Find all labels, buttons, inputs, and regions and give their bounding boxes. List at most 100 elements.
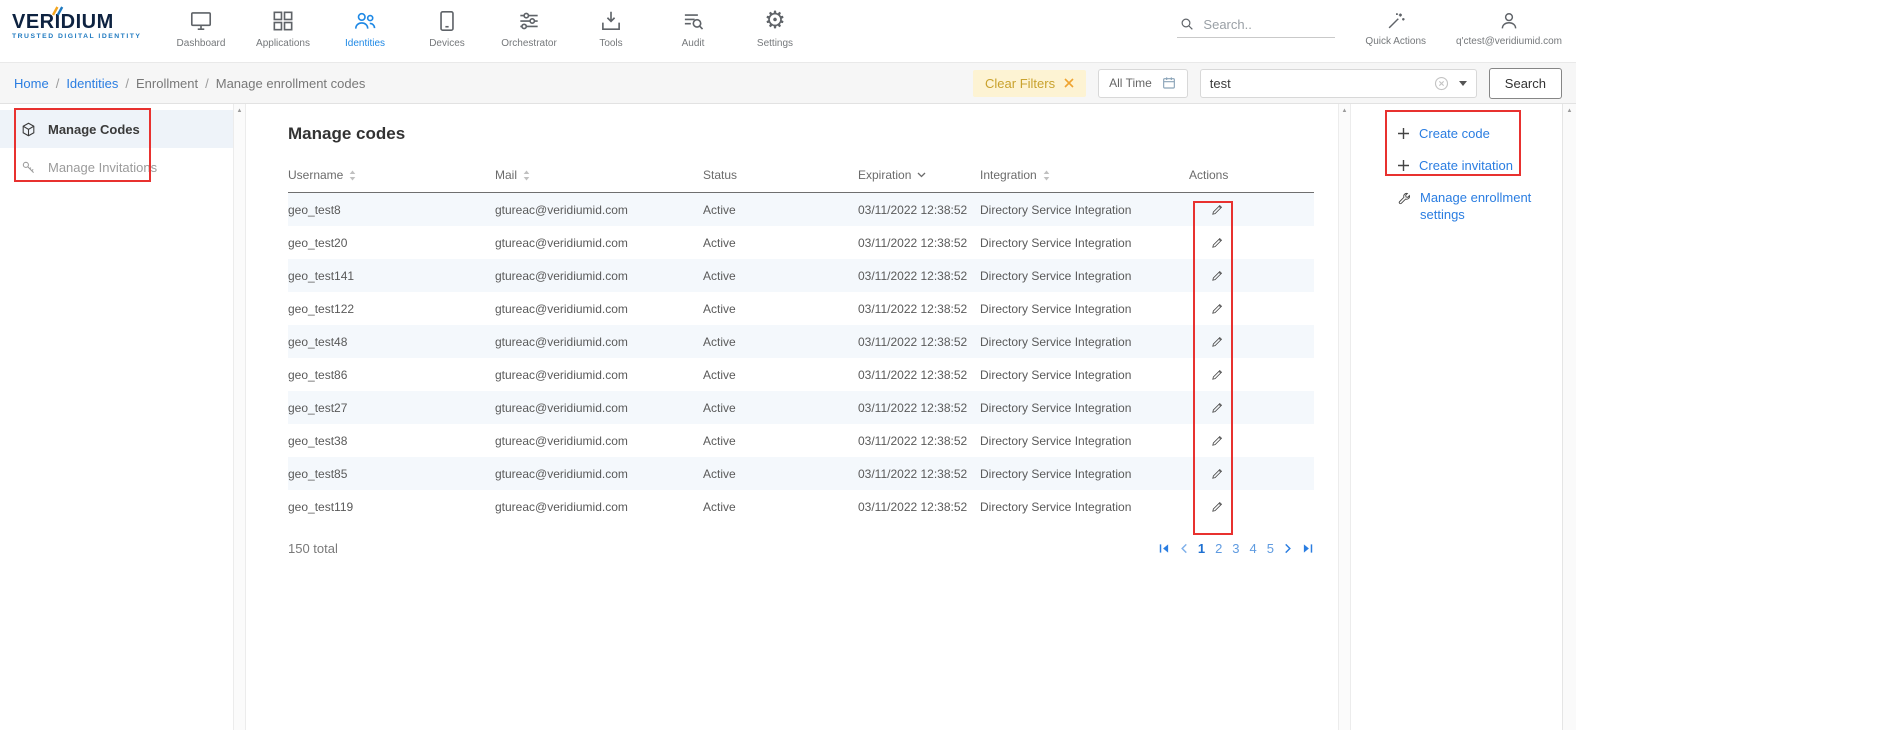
brand-name: VERIDIUM (12, 12, 160, 32)
cell-expiration: 03/11/2022 12:38:52 (858, 368, 980, 382)
audit-list-icon (680, 7, 706, 34)
prev-page-button[interactable] (1180, 543, 1188, 554)
breadcrumb-home[interactable]: Home (14, 76, 59, 91)
cell-username: geo_test119 (288, 500, 495, 514)
create-code-button[interactable]: Create code (1397, 126, 1562, 141)
table-search-input[interactable]: test (1200, 69, 1477, 98)
cell-expiration: 03/11/2022 12:38:52 (858, 203, 980, 217)
cell-integration: Directory Service Integration (980, 236, 1189, 250)
nav-item-settings[interactable]: ⚙ Settings (734, 7, 816, 49)
page-number[interactable]: 4 (1250, 541, 1257, 556)
main-panel-scrollbar[interactable] (1338, 104, 1351, 730)
breadcrumb: Home Identities Enrollment Manage enroll… (14, 76, 372, 91)
time-filter-dropdown[interactable]: All Time (1098, 69, 1188, 98)
nav-label: Tools (599, 38, 622, 49)
column-header-expiration[interactable]: Expiration (858, 168, 980, 182)
sidebar-item-manage-invitations[interactable]: Manage Invitations (0, 148, 233, 186)
cell-username: geo_test85 (288, 467, 495, 481)
close-icon[interactable] (1064, 78, 1074, 88)
edit-code-button[interactable] (1205, 264, 1229, 288)
cell-status: Active (703, 236, 858, 250)
edit-code-button[interactable] (1205, 297, 1229, 321)
edit-code-button[interactable] (1205, 363, 1229, 387)
left-sidebar: Manage Codes Manage Invitations (0, 104, 233, 730)
create-invitation-label: Create invitation (1419, 158, 1513, 173)
nav-item-tools[interactable]: Tools (570, 7, 652, 49)
time-filter-value: All Time (1109, 76, 1152, 90)
cell-status: Active (703, 467, 858, 481)
global-search-input[interactable]: Search.. (1177, 10, 1335, 38)
cell-mail: gtureac@veridiumid.com (495, 368, 703, 382)
first-page-button[interactable] (1158, 543, 1170, 554)
cell-mail: gtureac@veridiumid.com (495, 302, 703, 316)
column-header-actions: Actions (1189, 168, 1314, 182)
nav-label: Dashboard (177, 38, 226, 49)
cell-username: geo_test27 (288, 401, 495, 415)
cell-integration: Directory Service Integration (980, 467, 1189, 481)
column-header-mail[interactable]: Mail (495, 168, 703, 182)
manage-enrollment-settings-label: Manage enrollment settings (1420, 190, 1533, 224)
cell-expiration: 03/11/2022 12:38:52 (858, 236, 980, 250)
edit-code-button[interactable] (1205, 396, 1229, 420)
nav-item-devices[interactable]: Devices (406, 7, 488, 49)
window-scrollbar[interactable] (1562, 104, 1576, 730)
clear-filters-label: Clear Filters (985, 76, 1055, 91)
chevron-down-icon[interactable] (1459, 81, 1467, 86)
total-count: 150 total (288, 541, 338, 556)
table-search-value: test (1210, 76, 1434, 91)
cell-mail: gtureac@veridiumid.com (495, 500, 703, 514)
nav-item-audit[interactable]: Audit (652, 7, 734, 49)
nav-item-orchestrator[interactable]: Orchestrator (488, 7, 570, 49)
nav-item-dashboard[interactable]: Dashboard (160, 7, 242, 49)
edit-code-button[interactable] (1205, 495, 1229, 519)
edit-code-button[interactable] (1205, 198, 1229, 222)
user-menu[interactable]: q'ctest@veridiumid.com (1456, 10, 1562, 47)
cell-username: geo_test38 (288, 434, 495, 448)
cell-mail: gtureac@veridiumid.com (495, 434, 703, 448)
cell-username: geo_test8 (288, 203, 495, 217)
column-header-username[interactable]: Username (288, 168, 495, 182)
column-header-integration[interactable]: Integration (980, 168, 1189, 182)
cell-username: geo_test141 (288, 269, 495, 283)
page-number[interactable]: 5 (1267, 541, 1274, 556)
sliders-icon (516, 7, 542, 34)
page-number[interactable]: 2 (1215, 541, 1222, 556)
clear-circle-icon[interactable] (1434, 76, 1449, 91)
table-row: geo_test48 gtureac@veridiumid.com Active… (288, 325, 1314, 358)
page-number[interactable]: 1 (1198, 541, 1205, 556)
create-invitation-button[interactable]: Create invitation (1397, 158, 1562, 173)
download-box-icon (598, 7, 624, 34)
edit-code-button[interactable] (1205, 462, 1229, 486)
nav-label: Devices (429, 38, 465, 49)
last-page-button[interactable] (1302, 543, 1314, 554)
page-number[interactable]: 3 (1232, 541, 1239, 556)
top-bar-right: Search.. Quick Actions q'ctest@veridiumi… (1177, 0, 1562, 47)
breadcrumb-identities[interactable]: Identities (66, 76, 129, 91)
cell-mail: gtureac@veridiumid.com (495, 236, 703, 250)
cell-mail: gtureac@veridiumid.com (495, 467, 703, 481)
next-page-button[interactable] (1284, 543, 1292, 554)
brand-tagline: TRUSTED DIGITAL IDENTITY (12, 33, 160, 40)
nav-label: Settings (757, 38, 793, 49)
wrench-icon (1397, 191, 1412, 206)
cell-expiration: 03/11/2022 12:38:52 (858, 500, 980, 514)
manage-enrollment-settings-link[interactable]: Manage enrollment settings (1397, 190, 1533, 224)
nav-item-applications[interactable]: Applications (242, 7, 324, 49)
cube-icon (20, 121, 37, 138)
edit-code-button[interactable] (1205, 231, 1229, 255)
table-row: geo_test119 gtureac@veridiumid.com Activ… (288, 490, 1314, 523)
edit-code-button[interactable] (1205, 330, 1229, 354)
clear-filters-button[interactable]: Clear Filters (973, 70, 1086, 97)
sort-both-icon (523, 170, 530, 181)
right-action-panel: Create code Create invitation Manage enr… (1351, 104, 1562, 730)
filter-bar: Home Identities Enrollment Manage enroll… (0, 62, 1576, 104)
sidebar-item-manage-codes[interactable]: Manage Codes (0, 110, 233, 148)
cell-status: Active (703, 401, 858, 415)
nav-item-identities[interactable]: Identities (324, 7, 406, 49)
nav-label: Audit (682, 38, 705, 49)
edit-code-button[interactable] (1205, 429, 1229, 453)
table-row: geo_test8 gtureac@veridiumid.com Active … (288, 193, 1314, 226)
quick-actions-button[interactable]: Quick Actions (1365, 10, 1426, 47)
search-button[interactable]: Search (1489, 68, 1562, 99)
sidebar-scrollbar[interactable] (233, 104, 246, 730)
